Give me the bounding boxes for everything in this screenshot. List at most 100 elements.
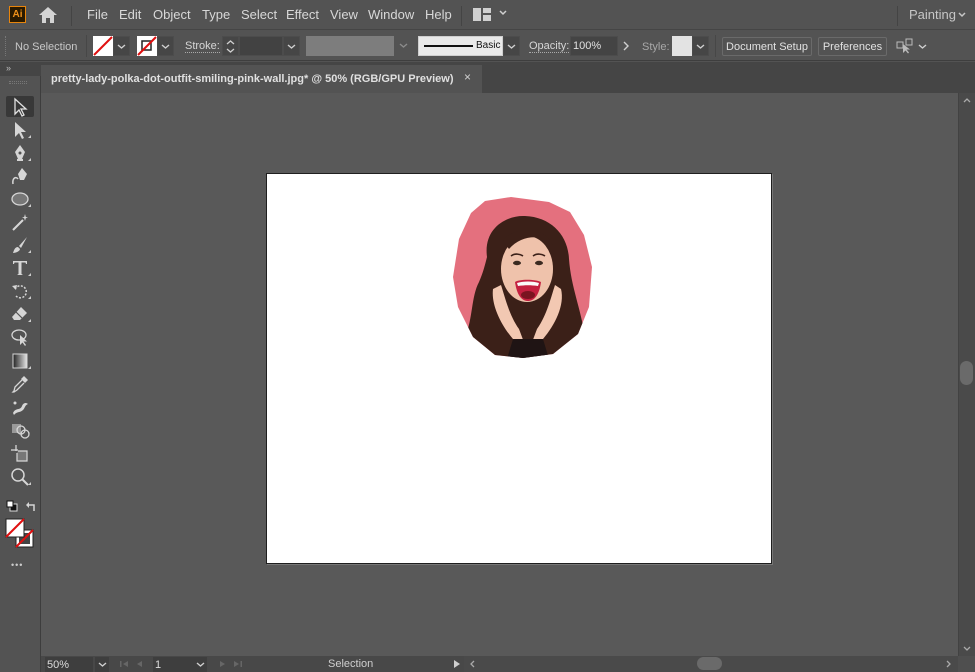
direct-selection-tool[interactable] [6, 119, 34, 140]
stroke-weight-dropdown[interactable] [283, 36, 300, 56]
brush-dropdown[interactable] [503, 36, 520, 56]
opacity-input[interactable]: 100% [570, 36, 618, 56]
default-fill-stroke-icon[interactable] [6, 500, 18, 512]
rotate-icon [12, 284, 28, 299]
shape-builder-tool[interactable] [6, 419, 34, 440]
document-tab-bar: pretty-lady-polka-dot-outfit-smiling-pin… [41, 62, 975, 93]
chevron-down-icon[interactable] [498, 8, 508, 18]
stroke-label[interactable]: Stroke: [185, 41, 220, 53]
horizontal-scrollbar[interactable] [464, 656, 958, 672]
menu-edit[interactable]: Edit [119, 7, 141, 22]
menu-select[interactable]: Select [241, 7, 277, 22]
vertical-scroll-thumb[interactable] [960, 361, 973, 385]
home-icon[interactable] [38, 6, 58, 24]
menu-view[interactable]: View [330, 7, 358, 22]
scroll-right-icon[interactable] [945, 659, 953, 669]
brush-stroke-preview [424, 45, 473, 47]
panel-collapse-bar[interactable]: » [0, 62, 41, 76]
type-tool[interactable] [6, 257, 34, 278]
eyedropper-tool[interactable] [6, 373, 34, 394]
stroke-dropdown[interactable] [157, 36, 174, 56]
stroke-weight-input[interactable] [239, 36, 283, 56]
curvature-tool[interactable] [6, 165, 34, 186]
fill-swatch[interactable] [93, 36, 113, 56]
chevron-down-icon [161, 43, 170, 49]
document-setup-button[interactable]: Document Setup [722, 37, 812, 56]
chevron-down-icon [399, 43, 408, 48]
menu-object[interactable]: Object [153, 7, 191, 22]
last-artboard-icon[interactable] [233, 659, 243, 669]
zoom-dropdown[interactable] [95, 657, 109, 672]
menu-help[interactable]: Help [425, 7, 452, 22]
canvas-area[interactable] [41, 93, 958, 656]
preferences-button[interactable]: Preferences [818, 37, 887, 56]
artboard-number-input[interactable]: 1 [153, 657, 193, 672]
swap-fill-stroke-icon[interactable] [25, 500, 37, 512]
puppet-warp-icon [13, 401, 28, 415]
paintbrush-icon [13, 236, 27, 253]
none-stroke-icon [137, 36, 157, 56]
tool-group-indicator [28, 296, 31, 299]
artboard-tool[interactable] [6, 442, 34, 463]
graphic-style-swatch[interactable] [672, 36, 692, 56]
next-artboard-icon[interactable] [217, 659, 227, 669]
paintbrush-tool[interactable] [6, 234, 34, 255]
menu-window[interactable]: Window [368, 7, 414, 22]
variable-width-profile[interactable] [306, 36, 394, 56]
fill-dropdown[interactable] [113, 36, 130, 56]
ellipse-tool[interactable] [6, 188, 34, 209]
first-artboard-icon[interactable] [119, 659, 129, 669]
pen-tool[interactable] [6, 142, 34, 163]
opacity-label[interactable]: Opacity: [529, 41, 570, 53]
status-readout: Selection [328, 658, 374, 670]
chevron-down-icon[interactable] [957, 10, 967, 20]
magic-wand-icon [12, 213, 28, 231]
zoom-tool[interactable] [6, 466, 34, 487]
arrange-documents-icon[interactable] [473, 8, 491, 21]
chevron-down-icon[interactable] [918, 42, 927, 51]
edit-toolbar-button[interactable]: ••• [11, 560, 23, 570]
rotate-tool[interactable] [6, 280, 34, 301]
magic-wand-tool[interactable] [6, 211, 34, 232]
menu-effect[interactable]: Effect [286, 7, 319, 22]
fill-stroke-widget[interactable] [5, 518, 37, 548]
horizontal-scroll-thumb[interactable] [697, 657, 722, 670]
style-dropdown[interactable] [692, 36, 709, 56]
left-eye [513, 260, 521, 266]
artboard-icon [11, 444, 28, 462]
vertical-scrollbar[interactable] [958, 93, 975, 656]
selection-tool[interactable] [6, 96, 34, 117]
opacity-expand-button[interactable] [618, 36, 634, 56]
document-tab[interactable]: pretty-lady-polka-dot-outfit-smiling-pin… [41, 65, 482, 93]
artboard-dropdown[interactable] [193, 657, 207, 672]
brush-definition[interactable]: Basic [418, 36, 503, 56]
chevron-down-icon [196, 662, 204, 667]
scroll-up-icon[interactable] [962, 96, 972, 104]
lasso-tool[interactable] [6, 326, 34, 347]
placed-image-woman-smiling[interactable] [453, 197, 593, 359]
menu-file[interactable]: File [87, 7, 108, 22]
previous-artboard-icon[interactable] [135, 659, 145, 669]
selection-status: No Selection [15, 41, 78, 53]
document-tab-title[interactable]: pretty-lady-polka-dot-outfit-smiling-pin… [51, 73, 453, 85]
menu-type[interactable]: Type [202, 7, 230, 22]
selection-arrow-icon [14, 97, 28, 117]
expand-panels-icon[interactable]: » [6, 63, 11, 73]
close-tab-icon[interactable]: × [464, 70, 471, 84]
magnifier-icon [11, 467, 29, 486]
gradient-tool[interactable] [6, 350, 34, 371]
eraser-tool[interactable] [6, 303, 34, 324]
align-to-selection-icon[interactable] [896, 38, 914, 54]
puppet-warp-tool[interactable] [6, 396, 34, 417]
workspace-switcher[interactable]: Painting [909, 7, 956, 22]
status-menu-icon[interactable] [452, 659, 462, 669]
toolbar-grip[interactable] [9, 81, 27, 84]
scroll-left-icon[interactable] [468, 659, 476, 669]
none-fill-icon [93, 36, 113, 56]
panel-grip[interactable] [5, 36, 7, 56]
stroke-weight-stepper[interactable] [222, 36, 239, 56]
stroke-swatch[interactable] [137, 36, 157, 56]
zoom-level-input[interactable]: 50% [45, 657, 93, 672]
scroll-down-icon[interactable] [962, 645, 972, 653]
artboard[interactable] [266, 173, 772, 564]
